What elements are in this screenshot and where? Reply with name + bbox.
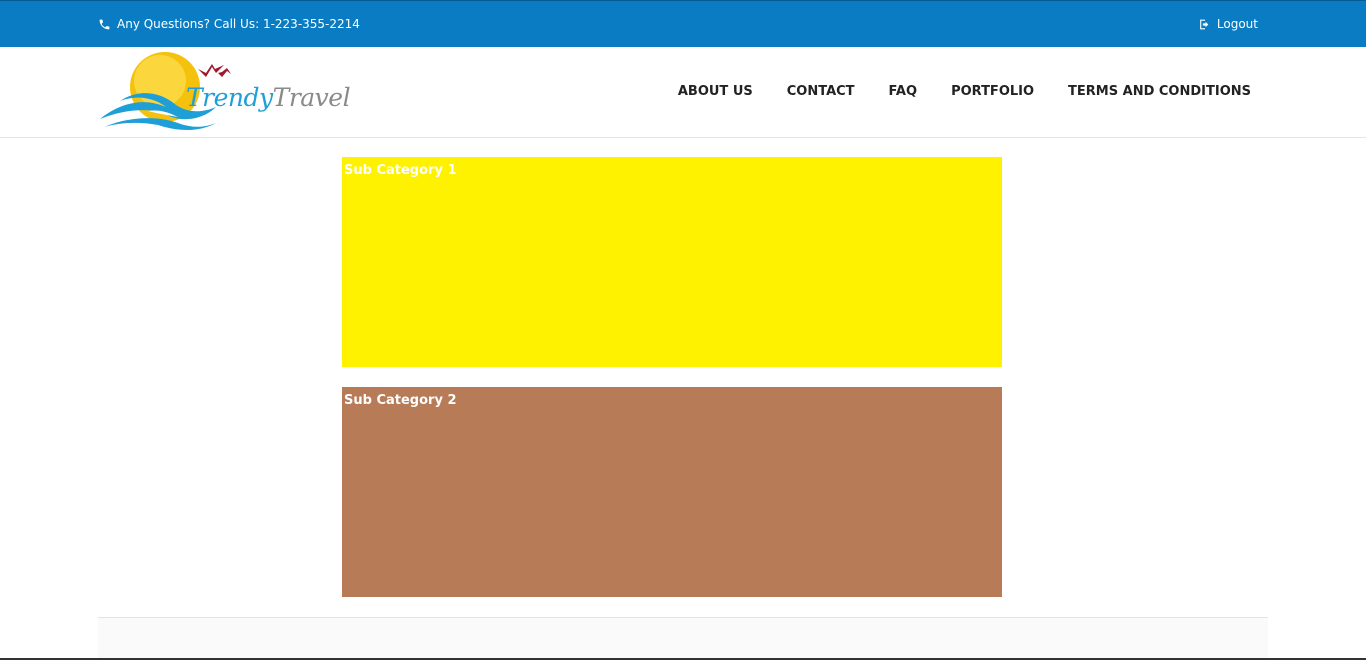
sub-category-1-label: Sub Category 1 (344, 163, 457, 178)
nav-about-us[interactable]: ABOUT US (678, 84, 753, 99)
phone-text: Any Questions? Call Us: 1-223-355-2214 (117, 17, 360, 31)
sub-category-2-tile[interactable]: Sub Category 2 (342, 387, 1002, 597)
main-nav: ABOUT US CONTACT FAQ PORTFOLIO TERMS AND… (644, 84, 1251, 99)
logo-text: TrendyTravel (186, 83, 351, 112)
site-header: TrendyTravel ABOUT US CONTACT FAQ PORTFO… (0, 47, 1366, 138)
nav-contact[interactable]: CONTACT (787, 84, 855, 99)
nav-terms-and-conditions[interactable]: TERMS AND CONDITIONS (1068, 84, 1251, 99)
logout-link[interactable]: Logout (1198, 17, 1258, 31)
sub-category-2-label: Sub Category 2 (344, 393, 457, 408)
contact-phone: Any Questions? Call Us: 1-223-355-2214 (98, 17, 360, 31)
footer (98, 617, 1268, 660)
nav-portfolio[interactable]: PORTFOLIO (951, 84, 1034, 99)
logout-icon (1200, 19, 1209, 29)
nav-faq[interactable]: FAQ (889, 84, 918, 99)
top-bar: Any Questions? Call Us: 1-223-355-2214 L… (0, 0, 1366, 47)
logo[interactable]: TrendyTravel (98, 51, 351, 131)
logout-label: Logout (1216, 17, 1258, 31)
phone-icon (99, 19, 110, 29)
sub-category-1-tile[interactable]: Sub Category 1 (342, 157, 1002, 367)
